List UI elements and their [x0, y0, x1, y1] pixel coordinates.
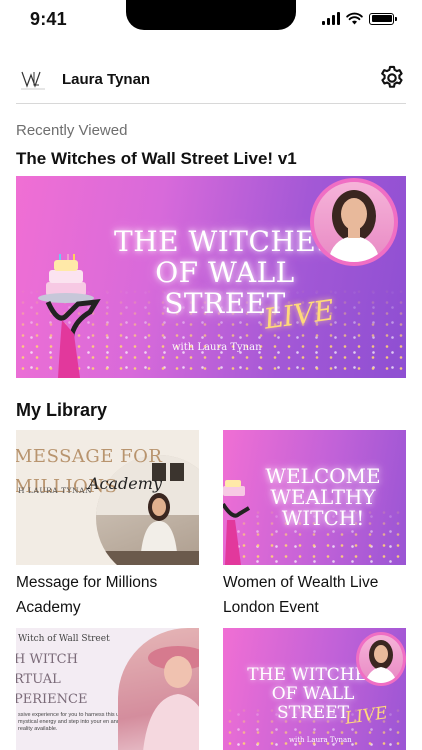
- status-time: 9:41: [30, 9, 67, 29]
- user-name[interactable]: Laura Tynan: [62, 71, 150, 88]
- my-library-heading: My Library: [16, 400, 108, 420]
- library-item-caption[interactable]: Message for Millions Academy: [16, 570, 206, 620]
- library-item-caption[interactable]: Women of Wealth Live London Event: [223, 570, 413, 620]
- recently-viewed-title[interactable]: The Witches of Wall Street Live! v1: [16, 149, 297, 169]
- thumbnail-title: H WITCH RTUAL PERIENCE: [16, 652, 88, 707]
- thumbnail-title: WELCOME WEALTHY WITCH!: [265, 464, 381, 530]
- status-bar: 9:41: [0, 0, 422, 44]
- cellular-signal-icon: [322, 12, 340, 25]
- wifi-icon: [346, 12, 363, 25]
- library-item-thumbnail[interactable]: Witch of Wall Street H WITCH RTUAL PERIE…: [16, 628, 199, 750]
- library-item-thumbnail[interactable]: WELCOME WEALTHY WITCH!: [223, 430, 406, 565]
- host-portrait: [356, 632, 406, 686]
- gear-icon[interactable]: [374, 60, 410, 96]
- host-photo: [118, 628, 199, 750]
- thumbnail-script: Academy: [88, 474, 162, 493]
- lt-monogram-logo: [18, 65, 48, 95]
- cake-heel-illustration: [38, 254, 101, 378]
- thumbnail-byline: H LAURA TYNAN: [18, 486, 93, 495]
- recently-viewed-thumbnail[interactable]: THE WITCHES OF WALL STREET LIVE with Lau…: [16, 176, 406, 378]
- battery-icon: [369, 12, 397, 25]
- thumbnail-kicker: Witch of Wall Street: [18, 634, 110, 644]
- device-notch: [126, 0, 296, 30]
- app-header: Laura Tynan: [16, 56, 406, 104]
- status-icons: [322, 12, 397, 25]
- thumbnail-body: ssive experience for you to harness this…: [18, 712, 122, 732]
- recently-viewed-label: Recently Viewed: [16, 122, 128, 139]
- host-portrait: [310, 178, 398, 266]
- library-item-thumbnail[interactable]: MESSAGE FOR MILLIONS H LAURA TYNAN Acade…: [16, 430, 199, 565]
- hero-subtitle: with Laura Tynan: [172, 342, 262, 353]
- thumbnail-subtitle: with Laura Tynan: [289, 736, 352, 744]
- library-item-thumbnail[interactable]: THE WITCHES OF WALL STREET LIVE with Lau…: [223, 628, 406, 750]
